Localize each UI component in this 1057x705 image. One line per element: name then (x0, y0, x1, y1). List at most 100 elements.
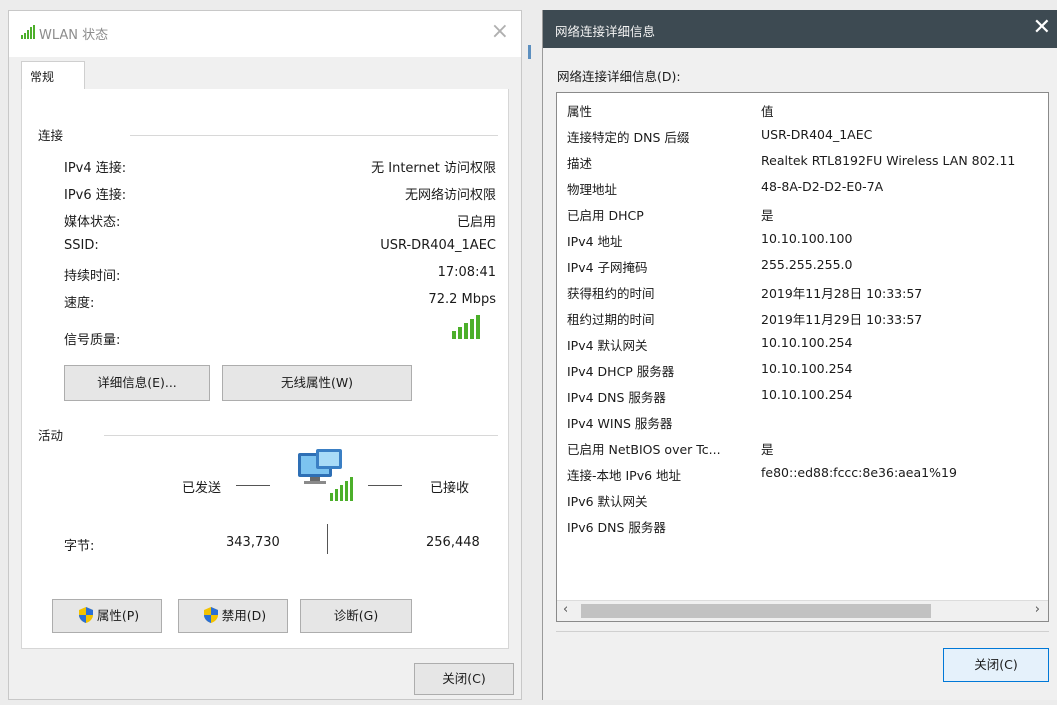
scroll-right-icon[interactable]: › (1035, 602, 1040, 617)
disable-button[interactable]: 禁用(D) (178, 599, 288, 633)
property-name: 已启用 NetBIOS over Tc... (567, 442, 721, 457)
info-row: IPv4 连接: 无 Internet 访问权限 (64, 157, 496, 177)
property-name: IPv4 DNS 服务器 (567, 390, 666, 405)
list-item[interactable]: 物理地址 48-8A-D2-D2-E0-7A (557, 175, 1048, 201)
shield-icon (203, 607, 218, 623)
property-name: IPv4 WINS 服务器 (567, 416, 673, 431)
property-value: 10.10.100.254 (761, 361, 853, 376)
tab-general[interactable]: 常规 (21, 61, 85, 89)
wifi-signal-icon (21, 25, 35, 39)
row-value: USR-DR404_1AEC (380, 238, 496, 253)
property-name: 租约过期的时间 (567, 312, 655, 327)
info-row: 持续时间: 17:08:41 (64, 265, 496, 285)
property-name: 连接-本地 IPv6 地址 (567, 468, 682, 483)
list-item[interactable]: IPv4 DHCP 服务器 10.10.100.254 (557, 357, 1048, 383)
row-label: SSID: (64, 238, 99, 253)
property-value: 10.10.100.254 (761, 335, 853, 350)
column-header-property[interactable]: 属性 (567, 101, 592, 120)
close-button[interactable]: 关闭(C) (414, 663, 514, 695)
property-name: IPv4 地址 (567, 234, 623, 249)
row-value: 已启用 (456, 215, 496, 230)
close-icon[interactable]: × (491, 19, 509, 44)
property-name: IPv4 默认网关 (567, 338, 648, 353)
signal-quality-label: 信号质量: (64, 333, 121, 348)
property-name: 物理地址 (567, 182, 618, 197)
list-item[interactable]: 连接特定的 DNS 后缀 USR-DR404_1AEC (557, 123, 1048, 149)
list-item[interactable]: 连接-本地 IPv6 地址 fe80::ed88:fccc:8e36:aea1%… (557, 461, 1048, 487)
row-value: 72.2 Mbps (428, 292, 496, 307)
list-item[interactable]: 已启用 NetBIOS over Tc... 是 (557, 435, 1048, 461)
signal-strength-icon (452, 315, 480, 339)
list-item[interactable]: 已启用 DHCP 是 (557, 201, 1048, 227)
property-name: 连接特定的 DNS 后缀 (567, 130, 690, 145)
property-name: 描述 (567, 156, 593, 171)
connection-section-title: 连接 (38, 128, 64, 143)
network-computer-icon (298, 449, 353, 501)
disable-button-label: 禁用(D) (221, 608, 267, 623)
row-label: 持续时间: (64, 269, 121, 284)
window-edge-marker (528, 45, 531, 59)
details-button[interactable]: 详细信息(E)... (64, 365, 210, 401)
info-row: 媒体状态: 已启用 (64, 211, 496, 231)
list-item[interactable]: IPv4 WINS 服务器 (557, 409, 1048, 435)
shield-icon (78, 607, 93, 623)
row-label: 媒体状态: (64, 215, 121, 230)
property-value: USR-DR404_1AEC (761, 127, 873, 142)
scroll-left-icon[interactable]: ‹ (563, 602, 568, 617)
property-value: fe80::ed88:fccc:8e36:aea1%19 (761, 465, 957, 480)
list-item[interactable]: IPv4 DNS 服务器 10.10.100.254 (557, 383, 1048, 409)
properties-button[interactable]: 属性(P) (52, 599, 162, 633)
row-label: 速度: (64, 296, 95, 311)
property-name: IPv6 默认网关 (567, 494, 648, 509)
bytes-sent-value: 343,730 (226, 535, 280, 550)
network-details-dialog: 网络连接详细信息 ✕ 网络连接详细信息(D): 属性 值 连接特定的 DNS 后… (542, 10, 1057, 700)
info-row: 速度: 72.2 Mbps (64, 292, 496, 312)
row-label: IPv6 连接: (64, 188, 127, 203)
details-listview[interactable]: 属性 值 连接特定的 DNS 后缀 USR-DR404_1AEC 描述 Real… (556, 92, 1049, 622)
property-value: 10.10.100.254 (761, 387, 853, 402)
property-value: 48-8A-D2-D2-E0-7A (761, 179, 884, 194)
row-label: IPv4 连接: (64, 161, 127, 176)
window-title: 网络连接详细信息 (555, 24, 656, 39)
list-item[interactable]: IPv4 地址 10.10.100.100 (557, 227, 1048, 253)
property-value: 255.255.255.0 (761, 257, 853, 272)
window-title: WLAN 状态 (39, 28, 109, 43)
property-name: IPv6 DNS 服务器 (567, 520, 666, 535)
list-item[interactable]: IPv6 DNS 服务器 (557, 513, 1048, 539)
title-bar: 网络连接详细信息 ✕ (543, 10, 1057, 48)
sent-line (236, 485, 270, 486)
property-value: Realtek RTL8192FU Wireless LAN 802.11 (761, 153, 1016, 168)
scrollbar-thumb[interactable] (581, 604, 931, 618)
list-item[interactable]: 租约过期的时间 2019年11月29日 10:33:57 (557, 305, 1048, 331)
sent-label: 已发送 (182, 481, 222, 496)
list-header-row: 属性 值 (557, 97, 1048, 123)
list-item[interactable]: 描述 Realtek RTL8192FU Wireless LAN 802.11 (557, 149, 1048, 175)
list-item[interactable]: 获得租约的时间 2019年11月28日 10:33:57 (557, 279, 1048, 305)
diagnose-button[interactable]: 诊断(G) (300, 599, 412, 633)
wireless-properties-button[interactable]: 无线属性(W) (222, 365, 412, 401)
list-item[interactable]: IPv4 默认网关 10.10.100.254 (557, 331, 1048, 357)
dialog-separator (556, 631, 1049, 632)
info-row: SSID: USR-DR404_1AEC (64, 238, 496, 258)
horizontal-scrollbar[interactable]: ‹ › (557, 600, 1048, 621)
property-name: IPv4 DHCP 服务器 (567, 364, 675, 379)
column-header-value[interactable]: 值 (761, 101, 774, 120)
section-divider (130, 135, 498, 136)
bytes-received-value: 256,448 (426, 535, 480, 550)
section-divider (104, 435, 498, 436)
properties-button-label: 属性(P) (96, 608, 140, 623)
signal-row: 信号质量: (64, 329, 496, 349)
property-name: 已启用 DHCP (567, 208, 644, 223)
list-item[interactable]: IPv4 子网掩码 255.255.255.0 (557, 253, 1048, 279)
wlan-status-dialog: WLAN 状态 × 常规 连接 IPv4 连接: 无 Internet 访问权限… (8, 10, 522, 700)
received-line (368, 485, 402, 486)
property-value: 是 (761, 442, 774, 457)
list-item[interactable]: IPv6 默认网关 (557, 487, 1048, 513)
close-icon[interactable]: ✕ (1033, 15, 1051, 40)
close-button[interactable]: 关闭(C) (943, 648, 1049, 682)
title-bar: WLAN 状态 × (9, 11, 521, 57)
general-page: 连接 IPv4 连接: 无 Internet 访问权限 IPv6 连接: 无网络… (21, 89, 509, 649)
row-value: 17:08:41 (437, 265, 496, 280)
row-value: 无 Internet 访问权限 (371, 161, 496, 176)
row-value: 无网络访问权限 (404, 188, 496, 203)
